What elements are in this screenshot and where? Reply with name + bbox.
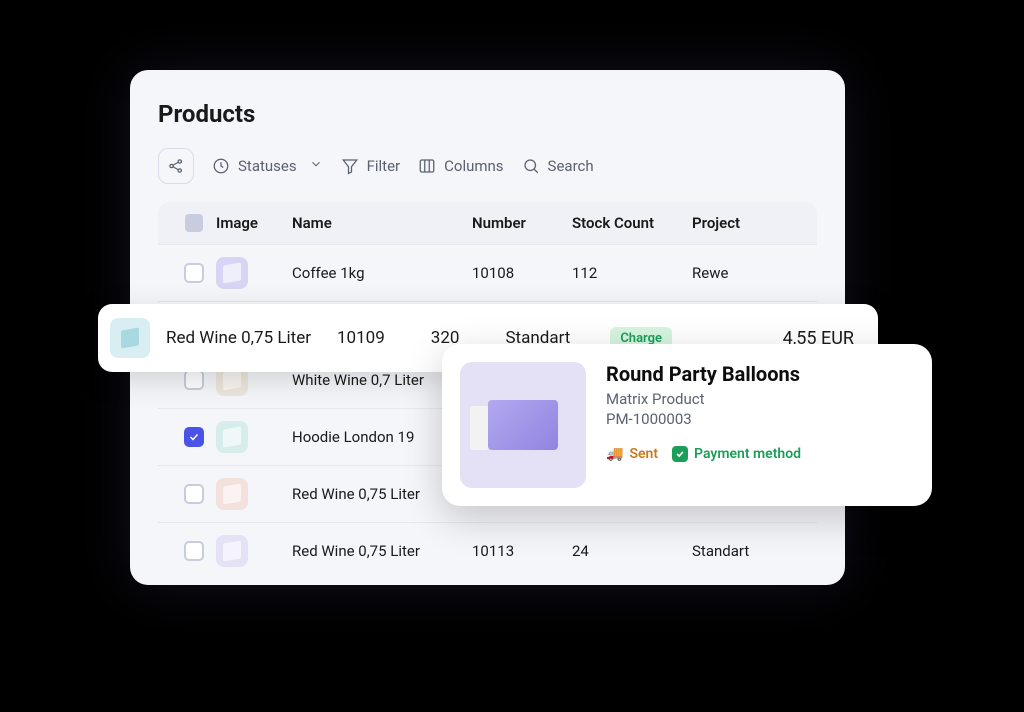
product-thumb <box>216 535 248 567</box>
row-checkbox[interactable] <box>184 263 204 283</box>
col-header-project: Project <box>692 214 799 232</box>
cell-name: Coffee 1kg <box>292 264 472 282</box>
table-header-row: Image Name Number Stock Count Project <box>158 202 817 245</box>
cell-name: Red Wine 0,75 Liter <box>292 542 472 560</box>
table-row[interactable]: Coffee 1kg 10108 112 Rewe <box>158 245 817 302</box>
sent-label: Sent <box>629 446 658 462</box>
product-thumb <box>110 318 150 358</box>
product-thumb <box>216 478 248 510</box>
table-row[interactable]: Red Wine 0,75 Liter 10113 24 Standart <box>158 523 817 579</box>
search-label: Search <box>548 157 594 175</box>
share-button[interactable] <box>158 148 194 184</box>
col-header-stock: Stock Count <box>572 214 692 232</box>
check-icon <box>672 446 688 462</box>
col-header-image: Image <box>216 214 292 232</box>
chevron-down-icon <box>309 157 323 175</box>
highlighted-number: 10109 <box>337 328 385 348</box>
clock-icon <box>212 157 230 175</box>
search-button[interactable]: Search <box>522 157 594 175</box>
cell-project: Standart <box>692 542 799 560</box>
filter-icon <box>341 157 359 175</box>
cell-stock: 24 <box>572 542 692 560</box>
share-icon <box>167 157 185 175</box>
highlighted-name: Red Wine 0,75 Liter <box>166 328 311 348</box>
row-checkbox[interactable] <box>184 484 204 504</box>
product-sku: PM-1000003 <box>606 410 914 428</box>
select-all-checkbox[interactable] <box>185 214 203 232</box>
cell-project: Rewe <box>692 264 799 282</box>
check-icon <box>188 431 200 443</box>
product-title: Round Party Balloons <box>606 362 914 386</box>
product-detail-card: Round Party Balloons Matrix Product PM-1… <box>442 344 932 506</box>
sent-badge: 🚚 Sent <box>606 446 658 462</box>
truck-icon: 🚚 <box>606 446 623 462</box>
columns-icon <box>418 157 436 175</box>
payment-label: Payment method <box>694 446 801 462</box>
row-checkbox[interactable] <box>184 427 204 447</box>
product-thumb <box>216 421 248 453</box>
row-checkbox[interactable] <box>184 370 204 390</box>
col-header-number: Number <box>472 214 572 232</box>
page-title: Products <box>158 100 817 128</box>
filter-label: Filter <box>367 157 401 175</box>
filter-button[interactable]: Filter <box>341 157 401 175</box>
product-subtitle: Matrix Product <box>606 390 914 408</box>
cell-number: 10113 <box>472 542 572 560</box>
toolbar: Statuses Filter Columns Search <box>158 148 817 184</box>
product-badges: 🚚 Sent Payment method <box>606 446 914 462</box>
search-icon <box>522 157 540 175</box>
cell-stock: 112 <box>572 264 692 282</box>
statuses-dropdown[interactable]: Statuses <box>212 157 323 175</box>
product-image <box>460 362 586 488</box>
cell-number: 10108 <box>472 264 572 282</box>
columns-label: Columns <box>444 157 503 175</box>
col-header-name: Name <box>292 214 472 232</box>
statuses-label: Statuses <box>238 157 297 175</box>
product-thumb <box>216 257 248 289</box>
columns-button[interactable]: Columns <box>418 157 503 175</box>
payment-badge: Payment method <box>672 446 801 462</box>
row-checkbox[interactable] <box>184 541 204 561</box>
